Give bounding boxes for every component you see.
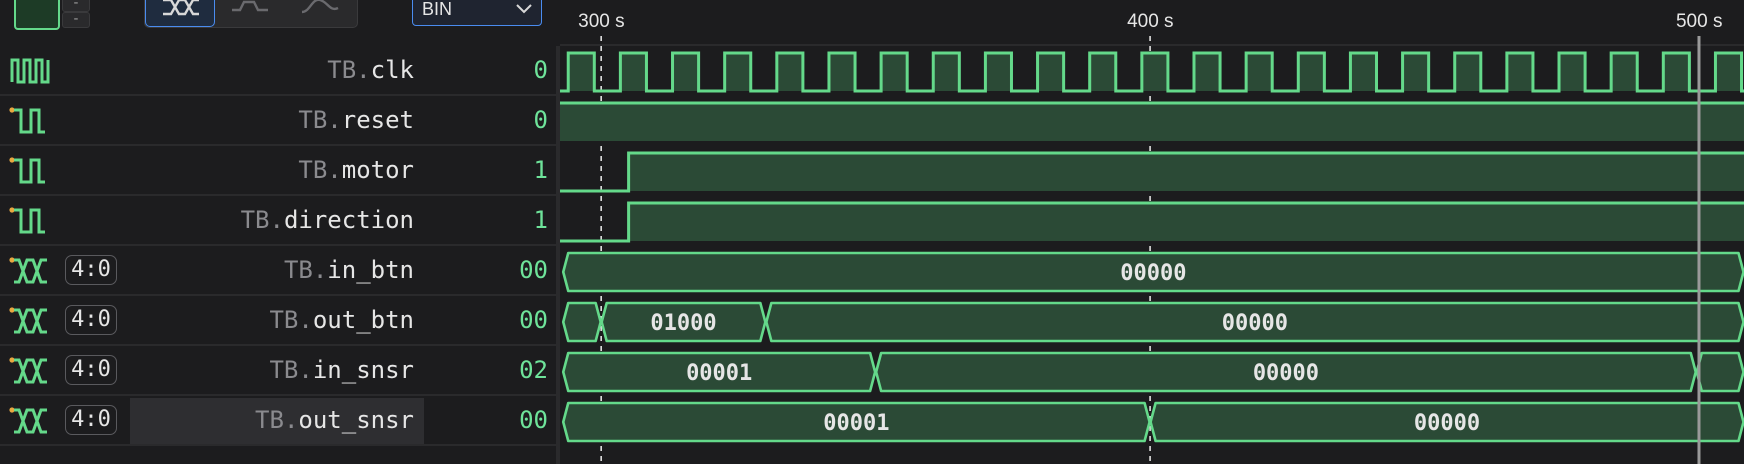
signal-row[interactable]: 4:0 TB.in_snsr 02 xyxy=(0,348,556,396)
signal-name: TB.clk xyxy=(327,56,414,84)
bus-signal-icon xyxy=(9,307,47,334)
waveform-out_snsr: 00001 00000 xyxy=(561,401,1744,443)
bus-signal-icon xyxy=(9,357,47,384)
color-swatch[interactable] xyxy=(14,0,60,30)
signal-basename: direction xyxy=(283,206,414,234)
signal-name: TB.out_snsr xyxy=(255,406,414,434)
signal-value: 00 xyxy=(519,256,548,284)
clock-high-fill xyxy=(568,53,1742,91)
waveform-canvas[interactable]: 00000 01000 00000 00001 00000 00001 00000 xyxy=(560,0,1744,464)
waveform-in_snsr: 00001 00000 xyxy=(561,351,1744,393)
signal-name-cell[interactable]: TB.in_btn xyxy=(130,248,424,294)
bus-segment-value: 00000 xyxy=(1414,411,1480,436)
signal-value: 02 xyxy=(519,356,548,384)
waveform-out_btn: 01000 00000 xyxy=(561,301,1744,343)
bit-range-badge[interactable]: 4:0 xyxy=(65,355,117,385)
signal-scope: TB. xyxy=(283,256,328,284)
analog-mode-button[interactable] xyxy=(285,0,355,27)
signal-name-cell[interactable]: TB.in_snsr xyxy=(130,348,424,394)
bus-segment xyxy=(1695,351,1744,393)
signal-row[interactable]: TB.clk 0 xyxy=(0,48,556,96)
bus-segment-value: 00001 xyxy=(686,361,752,386)
bus-segment-value: 00000 xyxy=(1253,361,1319,386)
clock-signal-icon xyxy=(10,58,50,84)
bus-segment xyxy=(561,301,602,343)
signal-basename: out_snsr xyxy=(298,406,414,434)
signal-row[interactable]: TB.reset 0 xyxy=(0,98,556,146)
signal-name: TB.direction xyxy=(241,206,414,234)
signal-value: 1 xyxy=(533,206,548,234)
signal-name-cell[interactable]: TB.motor xyxy=(130,148,424,194)
signal-basename: reset xyxy=(341,106,414,134)
waveform-in_btn: 00000 xyxy=(561,251,1744,293)
bus-waveform-icon xyxy=(163,0,199,16)
signal-scope: TB. xyxy=(255,406,299,434)
bit-signal-icon xyxy=(9,107,45,134)
waveform-motor xyxy=(560,151,1744,193)
step-mode-button[interactable] xyxy=(215,0,285,27)
signal-name: TB.reset xyxy=(298,106,414,134)
bit-range-badge[interactable]: 4:0 xyxy=(65,305,117,335)
time-tick-label: 300 s xyxy=(578,11,625,32)
analog-waveform-icon xyxy=(301,0,339,14)
bus-signal-icon xyxy=(9,407,47,434)
signal-basename: out_btn xyxy=(312,306,414,334)
time-tick-label: 400 s xyxy=(1127,11,1174,32)
bit-high-fill xyxy=(628,203,1744,241)
signal-scope: TB. xyxy=(269,356,313,384)
signal-value: 00 xyxy=(519,406,548,434)
signal-name: TB.in_snsr xyxy=(269,356,414,384)
signal-scope: TB. xyxy=(298,156,342,184)
radix-value: BIN xyxy=(422,0,453,19)
signal-row[interactable]: 4:0 TB.out_snsr 00 xyxy=(0,398,556,446)
bit-high-fill xyxy=(560,103,1744,141)
remove-button[interactable]: - xyxy=(62,12,90,28)
bit-range-badge[interactable]: 4:0 xyxy=(65,405,117,435)
signal-basename: motor xyxy=(341,156,414,184)
waveform-clk xyxy=(560,51,1744,93)
signal-name: TB.motor xyxy=(298,156,414,184)
bit-signal-icon xyxy=(9,207,45,234)
render-mode-group xyxy=(144,0,358,28)
signal-value: 1 xyxy=(533,156,548,184)
bus-segment-value: 00000 xyxy=(1120,261,1186,286)
bit-range-badge[interactable]: 4:0 xyxy=(65,255,117,285)
signal-list: TB.clk 0 TB.reset 0 TB.motor 1 TB.direction 1 4:… xyxy=(0,48,556,464)
signal-name-cell[interactable]: TB.clk xyxy=(130,48,424,94)
signal-scope: TB. xyxy=(269,306,313,334)
signal-name-cell[interactable]: TB.direction xyxy=(130,198,424,244)
signal-basename: in_snsr xyxy=(312,356,414,384)
chevron-down-icon xyxy=(516,4,532,14)
signal-name-cell[interactable]: TB.out_snsr xyxy=(130,398,424,444)
waveform-direction xyxy=(560,201,1744,243)
step-waveform-icon xyxy=(232,0,268,12)
signal-name: TB.in_btn xyxy=(284,256,414,284)
signal-row[interactable]: 4:0 TB.out_btn 00 xyxy=(0,298,556,346)
bit-signal-icon xyxy=(9,157,45,184)
radix-select[interactable]: BIN xyxy=(412,0,542,26)
signal-name-cell[interactable]: TB.reset xyxy=(130,98,424,144)
signal-basename: clk xyxy=(370,56,414,84)
signal-value: 0 xyxy=(533,106,548,134)
bit-high-fill xyxy=(628,153,1744,191)
signal-name: TB.out_btn xyxy=(269,306,414,334)
signal-scope: TB. xyxy=(240,206,284,234)
time-tick-label: 500 s xyxy=(1675,11,1723,32)
signal-value: 0 xyxy=(533,56,548,84)
bus-segment-value: 00000 xyxy=(1222,311,1288,336)
bus-mode-button[interactable] xyxy=(145,0,215,27)
waveform-viewer[interactable]: 00000 01000 00000 00001 00000 00001 00000 300 … xyxy=(560,0,1744,464)
signal-name-cell[interactable]: TB.out_btn xyxy=(130,298,424,344)
signal-scope: TB. xyxy=(327,56,371,84)
bus-segment-value: 00001 xyxy=(823,411,889,436)
signal-row[interactable]: 4:0 TB.in_btn 00 xyxy=(0,248,556,296)
signal-row[interactable]: TB.direction 1 xyxy=(0,198,556,246)
bus-signal-icon xyxy=(9,257,47,284)
signal-scope: TB. xyxy=(298,106,342,134)
signal-basename: in_btn xyxy=(327,256,414,284)
waveform-reset xyxy=(560,101,1744,141)
signal-value: 00 xyxy=(519,306,548,334)
bus-segment-value: 01000 xyxy=(650,311,716,336)
signal-row[interactable]: TB.motor 1 xyxy=(0,148,556,196)
